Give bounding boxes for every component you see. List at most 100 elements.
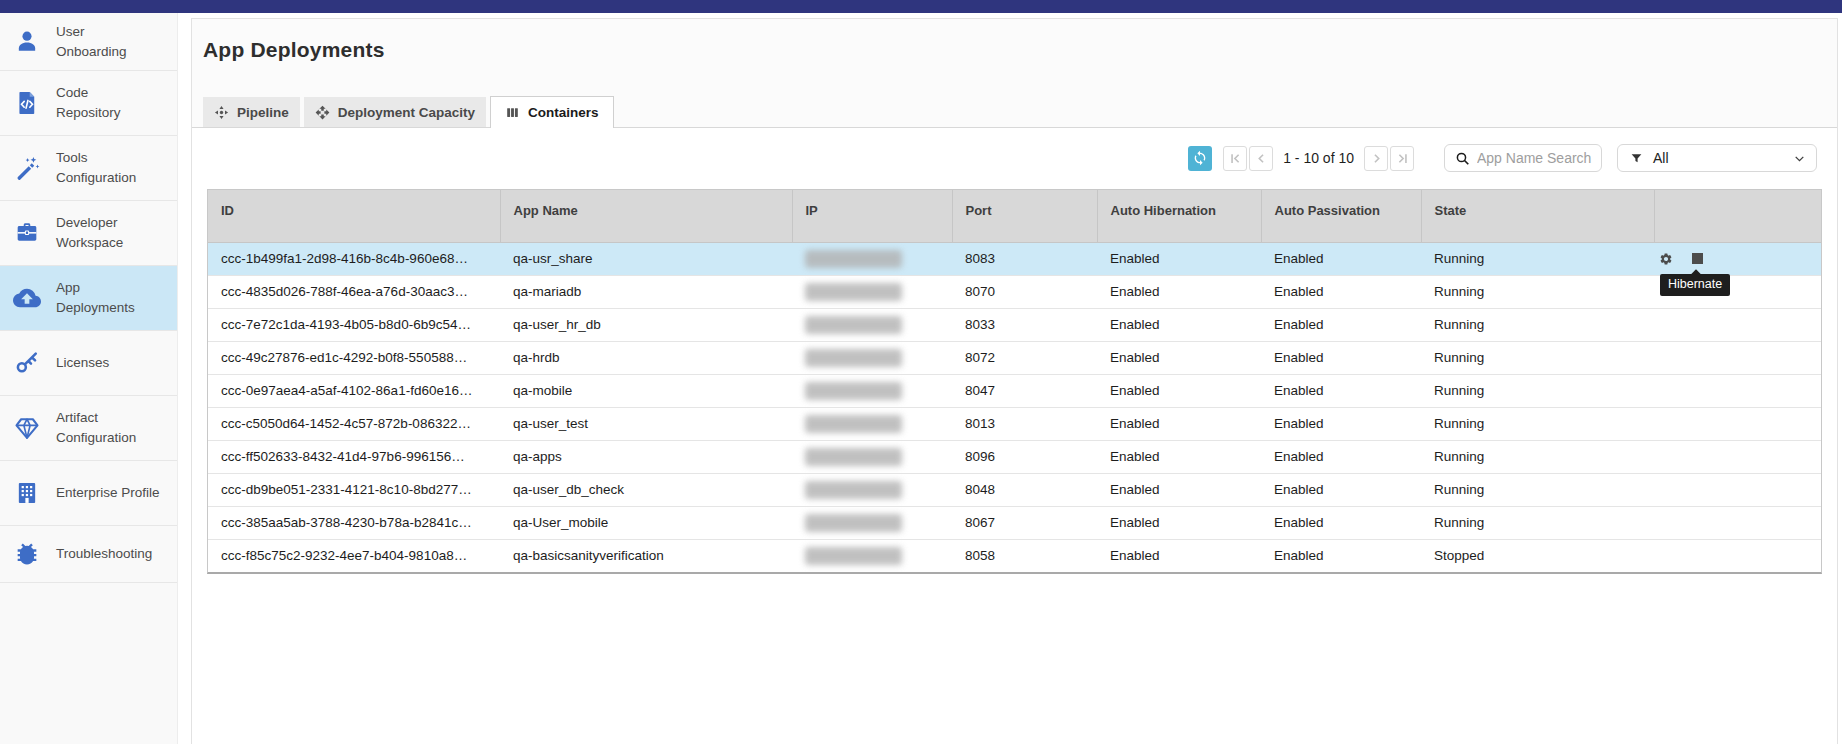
last-page-icon [1395, 151, 1410, 166]
cell-actions [1654, 506, 1821, 539]
cell-id: ccc-ff502633-8432-41d4-97b6-996156… [208, 440, 500, 473]
redacted-ip [805, 415, 902, 433]
sidebar-item-app-deployments[interactable]: AppDeployments [0, 266, 177, 331]
table-row[interactable]: ccc-0e97aea4-a5af-4102-86a1-fd60e16…qa-m… [208, 374, 1821, 407]
last-page-button[interactable] [1390, 146, 1414, 171]
state-filter-dropdown[interactable]: All [1617, 144, 1817, 172]
tab-deployment-capacity[interactable]: Deployment Capacity [304, 97, 486, 127]
sidebar-item-developer-workspace[interactable]: DeveloperWorkspace [0, 201, 177, 266]
cell-ip [792, 275, 952, 308]
settings-icon[interactable] [1659, 252, 1673, 266]
containers-table: IDApp NameIPPortAuto HibernationAuto Pas… [207, 189, 1822, 574]
page-header: App Deployments PipelineDeployment Capac… [192, 19, 1837, 128]
sidebar-item-artifact-configuration[interactable]: ArtifactConfiguration [0, 396, 177, 461]
next-page-button[interactable] [1364, 146, 1388, 171]
sidebar-item-licenses[interactable]: Licenses [0, 331, 177, 396]
cell-auto_passivation: Enabled [1261, 407, 1421, 440]
column-header-ip: IP [792, 190, 952, 242]
cell-ip [792, 506, 952, 539]
code-icon [13, 89, 56, 117]
hibernate-tooltip: Hibernate [1660, 274, 1730, 296]
briefcase-icon [13, 219, 56, 247]
cell-state: Running [1421, 407, 1654, 440]
tab-pipeline[interactable]: Pipeline [203, 97, 300, 127]
cell-auto_passivation: Enabled [1261, 275, 1421, 308]
cell-actions [1654, 341, 1821, 374]
cell-app: qa-user_hr_db [500, 308, 792, 341]
prev-page-button[interactable] [1249, 146, 1273, 171]
column-header-app-name: App Name [500, 190, 792, 242]
sidebar-item-troubleshooting[interactable]: Troubleshooting [0, 526, 177, 583]
cell-actions [1654, 473, 1821, 506]
filter-icon [1630, 152, 1643, 165]
cell-auto_passivation: Enabled [1261, 341, 1421, 374]
content-card: App Deployments PipelineDeployment Capac… [191, 18, 1838, 744]
cell-id: ccc-385aa5ab-3788-4230-b78a-b2841c… [208, 506, 500, 539]
tooltip-label: Hibernate [1668, 277, 1722, 291]
chevron-down-icon [1793, 152, 1806, 165]
column-header-state: State [1421, 190, 1654, 242]
cloud-upload-icon [13, 284, 56, 312]
cell-auto_hibernation: Enabled [1097, 341, 1261, 374]
sidebar-item-enterprise-profile[interactable]: Enterprise Profile [0, 461, 177, 526]
table-row[interactable]: ccc-7e72c1da-4193-4b05-b8d0-6b9c54…qa-us… [208, 308, 1821, 341]
cell-app: qa-user_db_check [500, 473, 792, 506]
cell-auto_passivation: Enabled [1261, 473, 1421, 506]
sidebar-item-label: DeveloperWorkspace [56, 213, 174, 252]
sidebar-item-tools-configuration[interactable]: ToolsConfiguration [0, 136, 177, 201]
columns-icon [505, 105, 520, 120]
table-row[interactable]: ccc-4835d026-788f-46ea-a76d-30aac3…qa-ma… [208, 275, 1821, 308]
redacted-ip [805, 514, 902, 532]
first-page-button[interactable] [1223, 146, 1247, 171]
cell-port: 8013 [952, 407, 1097, 440]
cell-auto_passivation: Enabled [1261, 506, 1421, 539]
sidebar-item-label: Licenses [56, 353, 174, 373]
refresh-icon [1192, 150, 1208, 166]
cell-state: Running [1421, 506, 1654, 539]
app-name-search-box [1444, 144, 1602, 172]
column-header-actions [1654, 190, 1821, 242]
cell-actions [1654, 440, 1821, 473]
cell-port: 8096 [952, 440, 1097, 473]
cell-port: 8033 [952, 308, 1097, 341]
table-row[interactable]: ccc-385aa5ab-3788-4230-b78a-b2841c…qa-Us… [208, 506, 1821, 539]
cell-auto_passivation: Enabled [1261, 374, 1421, 407]
cell-auto_passivation: Enabled [1261, 308, 1421, 341]
cell-id: ccc-db9be051-2331-4121-8c10-8bd277… [208, 473, 500, 506]
cell-ip [792, 308, 952, 341]
table-row[interactable]: ccc-1b499fa1-2d98-416b-8c4b-960e68…qa-us… [208, 242, 1821, 275]
pipeline-icon [214, 105, 229, 120]
refresh-button[interactable] [1188, 146, 1212, 171]
cell-app: qa-hrdb [500, 341, 792, 374]
cell-auto_hibernation: Enabled [1097, 275, 1261, 308]
search-input[interactable] [1477, 150, 1595, 166]
cell-state: Stopped [1421, 539, 1654, 572]
table-row[interactable]: ccc-db9be051-2331-4121-8c10-8bd277…qa-us… [208, 473, 1821, 506]
cell-id: ccc-1b499fa1-2d98-416b-8c4b-960e68… [208, 242, 500, 275]
cell-id: ccc-7e72c1da-4193-4b05-b8d0-6b9c54… [208, 308, 500, 341]
cell-port: 8072 [952, 341, 1097, 374]
redacted-ip [805, 547, 902, 565]
sidebar-item-label: Enterprise Profile [56, 483, 174, 503]
cell-port: 8067 [952, 506, 1097, 539]
sidebar-item-code-repository[interactable]: CodeRepository [0, 71, 177, 136]
hibernate-stop-icon[interactable] [1692, 253, 1703, 264]
cell-ip [792, 374, 952, 407]
redacted-ip [805, 283, 902, 301]
column-header-port: Port [952, 190, 1097, 242]
cell-app: qa-basicsanityverification [500, 539, 792, 572]
sidebar-item-label: Troubleshooting [56, 544, 174, 564]
table-row[interactable]: ccc-ff502633-8432-41d4-97b6-996156…qa-ap… [208, 440, 1821, 473]
move-icon [315, 105, 330, 120]
table-row[interactable]: ccc-49c27876-ed1c-4292-b0f8-550588…qa-hr… [208, 341, 1821, 374]
bug-icon [13, 540, 56, 568]
cell-auto_hibernation: Enabled [1097, 308, 1261, 341]
table-row[interactable]: ccc-c5050d64-1452-4c57-872b-086322…qa-us… [208, 407, 1821, 440]
table-row[interactable]: ccc-f85c75c2-9232-4ee7-b404-9810a8…qa-ba… [208, 539, 1821, 572]
cell-ip [792, 539, 952, 572]
sidebar-item-user-onboarding[interactable]: UserOnboarding [0, 13, 177, 71]
tab-containers[interactable]: Containers [490, 96, 614, 128]
wand-icon [13, 154, 56, 182]
column-header-auto-passivation: Auto Passivation [1261, 190, 1421, 242]
cell-auto_hibernation: Enabled [1097, 374, 1261, 407]
